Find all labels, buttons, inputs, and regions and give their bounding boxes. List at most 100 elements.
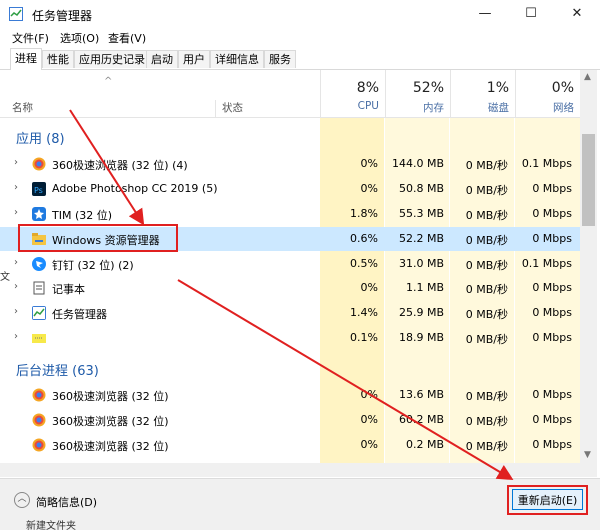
tab-details[interactable]: 详细信息 xyxy=(210,50,264,68)
memory-value: 52.2 MB xyxy=(398,232,444,245)
tab-users[interactable]: 用户 xyxy=(178,50,210,68)
disk-value: 0 MB/秒 xyxy=(465,333,508,346)
tab-startup[interactable]: 启动 xyxy=(146,50,178,68)
memory-value: 18.9 MB xyxy=(398,331,444,344)
process-name: 360极速浏览器 (32 位) xyxy=(52,440,169,453)
tim-icon xyxy=(32,207,46,221)
expand-icon[interactable]: › xyxy=(14,157,18,168)
process-row[interactable]: › 360极速浏览器 (32 位) (4) 0% 144.0 MB 0 MB/秒… xyxy=(0,152,580,176)
disk-value: 0 MB/秒 xyxy=(465,308,508,321)
expand-icon[interactable]: › xyxy=(14,257,18,268)
menu-bar: 文件(F) 选项(O) 查看(V) xyxy=(0,28,600,48)
network-label: 网络 xyxy=(553,102,574,114)
expand-icon[interactable]: › xyxy=(14,207,18,218)
vertical-scrollbar[interactable]: ▲ ▼ xyxy=(580,70,597,463)
app-icon xyxy=(32,334,46,343)
memory-value: 25.9 MB xyxy=(398,306,444,319)
collapse-icon[interactable]: ︿ xyxy=(14,492,30,508)
header-name[interactable]: 名称 xyxy=(12,100,33,115)
tab-app-history[interactable]: 应用历史记录 xyxy=(74,50,150,68)
tab-services[interactable]: 服务 xyxy=(264,50,296,68)
task-manager-window: 任务管理器 — ☐ ✕ 文件(F) 选项(O) 查看(V) 进程 性能 应用历史… xyxy=(0,0,600,532)
memory-value: 50.8 MB xyxy=(398,182,444,195)
process-row[interactable]: › 钉钉 (32 位) (2) 0.5% 31.0 MB 0 MB/秒 0.1 … xyxy=(0,252,580,276)
cpu-value: 0% xyxy=(360,182,378,195)
process-row[interactable]: 360极速浏览器 (32 位) 0% 60.2 MB 0 MB/秒 0 Mbps xyxy=(0,408,580,432)
network-value: 0.1 Mbps xyxy=(521,257,572,270)
fewer-details-link[interactable]: 简略信息(D) xyxy=(36,494,97,510)
network-value: 0 Mbps xyxy=(532,388,572,401)
process-row[interactable]: › TIM (32 位) 1.8% 55.3 MB 0 MB/秒 0 Mbps xyxy=(0,202,580,226)
disk-value: 0 MB/秒 xyxy=(465,415,508,428)
process-name: 记事本 xyxy=(52,283,85,296)
memory-value: 13.6 MB xyxy=(398,388,444,401)
memory-value: 144.0 MB xyxy=(391,157,444,170)
photoshop-icon: Ps xyxy=(32,182,46,196)
tab-performance[interactable]: 性能 xyxy=(42,50,74,68)
process-row[interactable]: › 0.1% 18.9 MB 0 MB/秒 0 Mbps xyxy=(0,326,580,350)
process-row[interactable]: › 任务管理器 1.4% 25.9 MB 0 MB/秒 0 Mbps xyxy=(0,301,580,325)
tab-processes[interactable]: 进程 xyxy=(10,48,42,70)
network-total: 0% xyxy=(551,80,574,96)
disk-value: 0 MB/秒 xyxy=(465,234,508,247)
column-divider[interactable] xyxy=(215,100,216,117)
process-row[interactable]: › 记事本 0% 1.1 MB 0 MB/秒 0 Mbps xyxy=(0,276,580,300)
process-row[interactable]: 360极速浏览器 (32 位) 0% 0.2 MB 0 MB/秒 0 Mbps xyxy=(0,433,580,457)
memory-value: 60.2 MB xyxy=(398,413,444,426)
notepad-icon xyxy=(33,281,45,295)
highlight-box-explorer xyxy=(18,224,178,252)
header-network[interactable]: 0% 网络 xyxy=(515,70,580,117)
disk-value: 0 MB/秒 xyxy=(465,209,508,222)
browser-360-icon xyxy=(32,157,46,171)
process-name: 钉钉 (32 位) (2) xyxy=(52,259,134,272)
menu-options[interactable]: 选项(O) xyxy=(60,30,99,46)
menu-file[interactable]: 文件(F) xyxy=(12,30,49,46)
taskmgr-icon xyxy=(32,306,46,320)
tab-strip: 进程 性能 应用历史记录 启动 用户 详细信息 服务 xyxy=(0,48,600,70)
cpu-value: 0.5% xyxy=(350,257,378,270)
horizontal-scrollbar[interactable] xyxy=(0,463,597,477)
memory-total: 52% xyxy=(412,80,444,96)
disk-value: 0 MB/秒 xyxy=(465,159,508,172)
disk-label: 磁盘 xyxy=(488,102,509,114)
close-button[interactable]: ✕ xyxy=(554,0,600,28)
expand-icon[interactable]: › xyxy=(14,306,18,317)
network-value: 0 Mbps xyxy=(532,306,572,319)
cpu-value: 0.1% xyxy=(350,331,378,344)
cpu-value: 0% xyxy=(360,413,378,426)
process-row[interactable]: › Ps Adobe Photoshop CC 2019 (5) 0% 50.8… xyxy=(0,177,580,201)
cpu-value: 0.6% xyxy=(350,232,378,245)
expand-icon[interactable]: › xyxy=(14,281,18,292)
network-value: 0 Mbps xyxy=(532,232,572,245)
cpu-value: 0% xyxy=(360,388,378,401)
window-title: 任务管理器 xyxy=(32,9,93,23)
task-manager-icon xyxy=(9,7,23,21)
scroll-thumb[interactable] xyxy=(582,134,595,226)
memory-label: 内存 xyxy=(423,102,444,114)
network-value: 0 Mbps xyxy=(532,438,572,451)
header-disk[interactable]: 1% 磁盘 xyxy=(450,70,515,117)
cpu-value: 0% xyxy=(360,157,378,170)
background-text-left: 文 xyxy=(0,272,10,283)
sort-arrow-icon: ^ xyxy=(104,76,113,87)
network-value: 0 Mbps xyxy=(532,413,572,426)
background-text-bottom: 新建文件夹 xyxy=(26,521,76,532)
scroll-up-icon[interactable]: ▲ xyxy=(584,72,591,82)
expand-icon[interactable]: › xyxy=(14,331,18,342)
column-header: ^ 名称 状态 8% CPU 52% 内存 1% 磁盘 0% 网络 xyxy=(0,70,580,118)
disk-value: 0 MB/秒 xyxy=(465,283,508,296)
minimize-button[interactable]: — xyxy=(462,0,508,28)
cpu-value: 1.8% xyxy=(350,207,378,220)
network-value: 0 Mbps xyxy=(532,281,572,294)
process-row[interactable]: 360极速浏览器 (32 位) 0% 13.6 MB 0 MB/秒 0 Mbps xyxy=(0,383,580,407)
header-cpu[interactable]: 8% CPU xyxy=(320,70,385,117)
menu-view[interactable]: 查看(V) xyxy=(108,30,146,46)
scroll-down-icon[interactable]: ▼ xyxy=(584,450,591,460)
header-status[interactable]: 状态 xyxy=(222,100,243,115)
maximize-button[interactable]: ☐ xyxy=(508,0,554,28)
header-memory[interactable]: 52% 内存 xyxy=(385,70,450,117)
browser-360-icon xyxy=(32,438,46,452)
memory-value: 1.1 MB xyxy=(405,281,444,294)
network-value: 0 Mbps xyxy=(532,331,572,344)
expand-icon[interactable]: › xyxy=(14,182,18,193)
